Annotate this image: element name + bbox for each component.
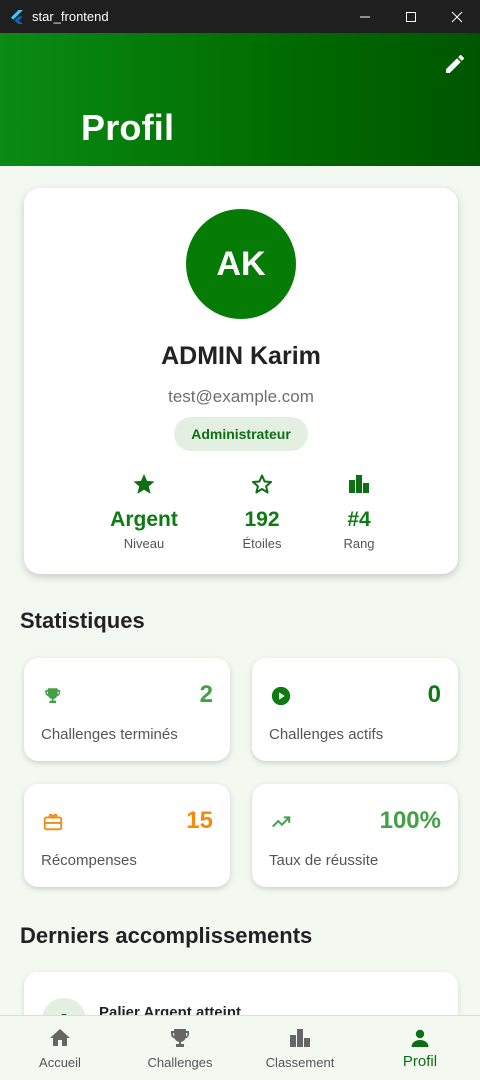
active-value: 0 <box>427 681 441 708</box>
rank-label: Rang <box>343 536 375 551</box>
nav-label-challenges: Challenges <box>147 1055 213 1070</box>
user-name: ADMIN Karim <box>161 342 321 370</box>
play-circle-icon <box>271 686 291 706</box>
close-button[interactable] <box>434 0 480 33</box>
nav-label-profil: Profil <box>402 1053 438 1070</box>
home-icon <box>50 1029 70 1046</box>
gift-card-icon <box>43 813 63 831</box>
bar-chart-icon <box>290 1029 310 1047</box>
completed-value: 2 <box>199 681 213 708</box>
edit-pencil-icon <box>446 54 465 73</box>
role-badge: Administrateur <box>174 417 308 451</box>
success-rate-value: 100% <box>379 807 441 834</box>
stat-card-success-rate[interactable]: 100% Taux de réussite <box>252 784 458 887</box>
bar-chart-icon <box>349 475 369 493</box>
nav-label-classement: Classement <box>265 1055 335 1070</box>
user-email: test@example.com <box>168 387 314 406</box>
bottom-navigation: Accueil Challenges Classement Profil <box>0 1015 480 1080</box>
star-outline-icon <box>252 474 272 494</box>
trophy-icon <box>45 688 61 704</box>
maximize-button[interactable] <box>388 0 434 33</box>
profile-card: AK ADMIN Karim test@example.com Administ… <box>24 188 458 574</box>
achievements-heading: Derniers accomplissements <box>20 923 313 948</box>
avatar: AK <box>186 209 296 319</box>
trending-up-icon <box>272 816 291 828</box>
active-label: Challenges actifs <box>269 726 384 743</box>
success-rate-label: Taux de réussite <box>269 852 379 869</box>
statistics-heading: Statistiques <box>20 608 145 633</box>
stat-card-rewards[interactable]: 15 Récompenses <box>24 784 230 887</box>
app-header: Profil <box>0 33 480 166</box>
edit-profile-button[interactable] <box>440 49 470 79</box>
nav-item-accueil[interactable]: Accueil <box>0 1016 120 1080</box>
nav-item-challenges[interactable]: Challenges <box>120 1016 240 1080</box>
page-title: Profil <box>81 107 175 148</box>
window-titlebar: star_frontend <box>0 0 480 33</box>
flutter-icon <box>11 9 23 24</box>
close-icon <box>451 11 463 22</box>
nav-label-accueil: Accueil <box>39 1055 81 1070</box>
maximize-icon <box>406 11 416 22</box>
window-title: star_frontend <box>32 9 109 24</box>
trophy-icon <box>171 1029 189 1047</box>
rewards-value: 15 <box>186 807 213 834</box>
nav-item-profil[interactable]: Profil <box>360 1016 480 1080</box>
nav-item-classement[interactable]: Classement <box>240 1016 360 1080</box>
stat-card-completed[interactable]: 2 Challenges terminés <box>24 658 230 761</box>
level-value: Argent <box>110 508 178 531</box>
minimize-button[interactable] <box>342 0 388 33</box>
minimize-icon <box>360 16 370 17</box>
stat-card-active[interactable]: 0 Challenges actifs <box>252 658 458 761</box>
rank-value: #4 <box>347 508 371 531</box>
stat-level: Argent Niveau <box>84 472 204 551</box>
stat-rank: #4 Rang <box>299 472 419 551</box>
star-filled-icon <box>133 474 155 494</box>
level-label: Niveau <box>123 536 165 551</box>
completed-label: Challenges terminés <box>41 726 178 743</box>
rewards-label: Récompenses <box>41 852 137 869</box>
person-icon <box>411 1029 429 1047</box>
